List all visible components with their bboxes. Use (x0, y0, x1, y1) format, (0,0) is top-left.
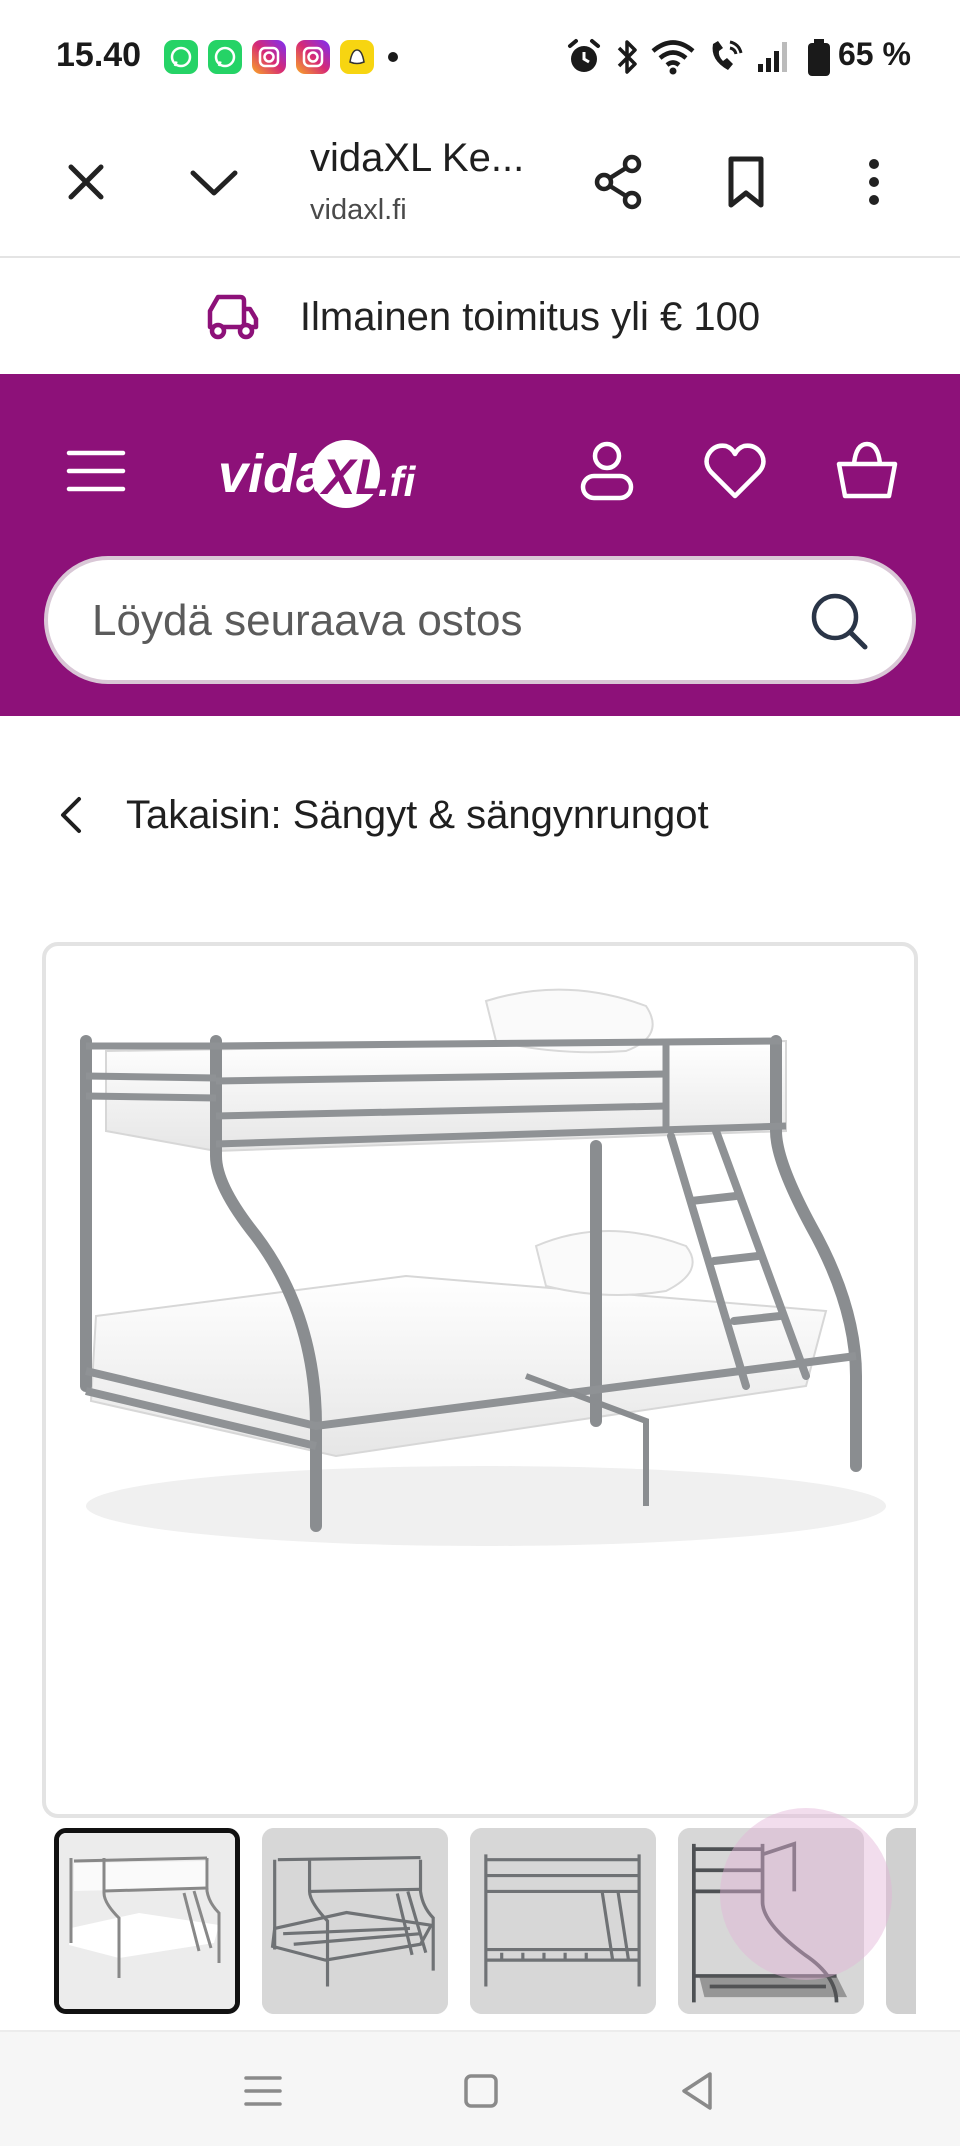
thumbnail-3[interactable] (470, 1828, 656, 2014)
back-icon[interactable] (672, 2064, 726, 2118)
thumbnail-1[interactable] (54, 1828, 240, 2014)
wifi-calling-icon (712, 40, 743, 70)
promo-banner: Ilmainen toimitus yli € 100 (0, 260, 960, 374)
svg-text:vida: vida (218, 444, 326, 504)
account-icon[interactable] (574, 438, 640, 504)
product-main-image[interactable] (42, 942, 918, 1818)
back-link-label: Takaisin: Sängyt & sängynrungot (126, 792, 709, 837)
close-icon[interactable] (56, 152, 116, 212)
heart-icon[interactable] (702, 438, 768, 504)
battery-icon (808, 39, 830, 76)
delivery-truck-icon (207, 294, 259, 340)
bunk-bed-image (80, 988, 886, 1546)
bluetooth-icon (617, 40, 637, 74)
whatsapp-icon (208, 40, 242, 74)
chevron-left-icon (61, 797, 81, 833)
chevron-down-icon[interactable] (184, 152, 244, 212)
status-bar: 15.40 65 % (0, 0, 960, 112)
alarm-icon (568, 39, 600, 72)
svg-text:.fi: .fi (378, 458, 417, 505)
more-notifications-dot (388, 52, 398, 62)
basket-icon[interactable] (834, 438, 900, 504)
page-url[interactable]: vidaxl.fi (310, 194, 407, 227)
promo-text: Ilmainen toimitus yli € 100 (299, 294, 761, 339)
bookmark-icon[interactable] (716, 152, 776, 212)
home-icon[interactable] (454, 2064, 508, 2118)
search-input[interactable] (92, 590, 792, 652)
system-nav-bar (0, 2030, 960, 2146)
thumbnail-5[interactable] (886, 1828, 916, 2014)
svg-text:XL: XL (319, 449, 386, 505)
site-header: vida XL .fi (0, 374, 960, 716)
site-logo[interactable]: vida XL .fi (218, 428, 438, 518)
signal-icon (758, 42, 787, 72)
page-title[interactable]: vidaXL Ke... (310, 136, 524, 181)
more-vert-icon[interactable] (844, 152, 904, 212)
battery-percent: 65 % (838, 36, 911, 72)
recents-icon[interactable] (236, 2064, 290, 2118)
touch-indicator (720, 1808, 892, 1980)
search-icon[interactable] (808, 590, 870, 652)
browser-toolbar: vidaXL Ke... vidaxl.fi (0, 112, 960, 258)
share-icon[interactable] (588, 152, 648, 212)
search-bar[interactable] (44, 556, 916, 684)
menu-icon[interactable] (66, 448, 126, 494)
instagram-icon (296, 40, 330, 74)
back-link[interactable]: Takaisin: Sängyt & sängynrungot (58, 780, 709, 850)
snapchat-icon (340, 40, 374, 74)
thumbnail-2[interactable] (262, 1828, 448, 2014)
whatsapp-icon (164, 40, 198, 74)
instagram-icon (252, 40, 286, 74)
wifi-icon (651, 40, 695, 75)
status-time: 15.40 (56, 36, 142, 74)
